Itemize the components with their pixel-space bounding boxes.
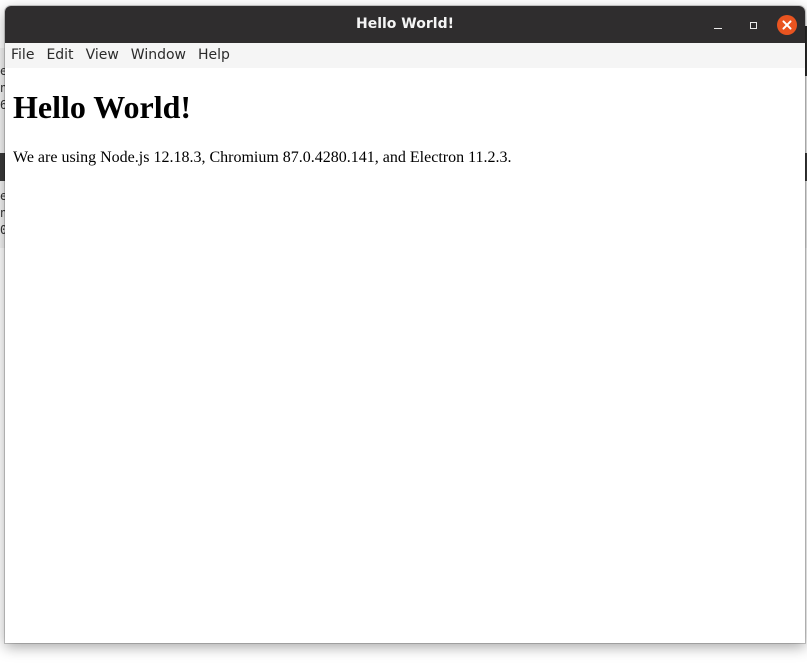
version-text-suffix: .: [507, 149, 512, 166]
minimize-icon: [714, 28, 722, 29]
version-text-prefix: We are using Node.js: [13, 149, 154, 166]
page-content: Hello World! We are using Node.js 12.18.…: [5, 68, 805, 643]
electron-version: 11.2.3: [468, 149, 508, 166]
menu-bar: File Edit View Window Help: [5, 43, 805, 68]
window-title: Hello World!: [356, 16, 454, 32]
menu-file[interactable]: File: [5, 43, 40, 68]
maximize-button[interactable]: [743, 15, 763, 35]
page-heading: Hello World!: [13, 89, 192, 125]
menu-edit[interactable]: Edit: [40, 43, 79, 68]
node-version: 12.18.3: [153, 149, 202, 166]
title-bar[interactable]: Hello World!: [5, 6, 805, 43]
menu-window[interactable]: Window: [125, 43, 192, 68]
app-window: Hello World! File Edit View Window Help …: [5, 6, 805, 643]
menu-view[interactable]: View: [80, 43, 125, 68]
close-button[interactable]: [777, 15, 797, 35]
desktop: e n 6 e n 0 Hello World! File Edit View …: [0, 0, 807, 669]
maximize-icon: [749, 21, 757, 29]
menu-help[interactable]: Help: [192, 43, 236, 68]
version-info: We are using Node.js 12.18.3, Chromium 8…: [13, 148, 512, 167]
version-text-mid1: , Chromium: [201, 149, 283, 166]
close-icon: [782, 20, 792, 30]
minimize-button[interactable]: [708, 15, 728, 35]
chromium-version: 87.0.4280.141: [282, 149, 375, 166]
version-text-mid2: , and Electron: [374, 149, 469, 166]
